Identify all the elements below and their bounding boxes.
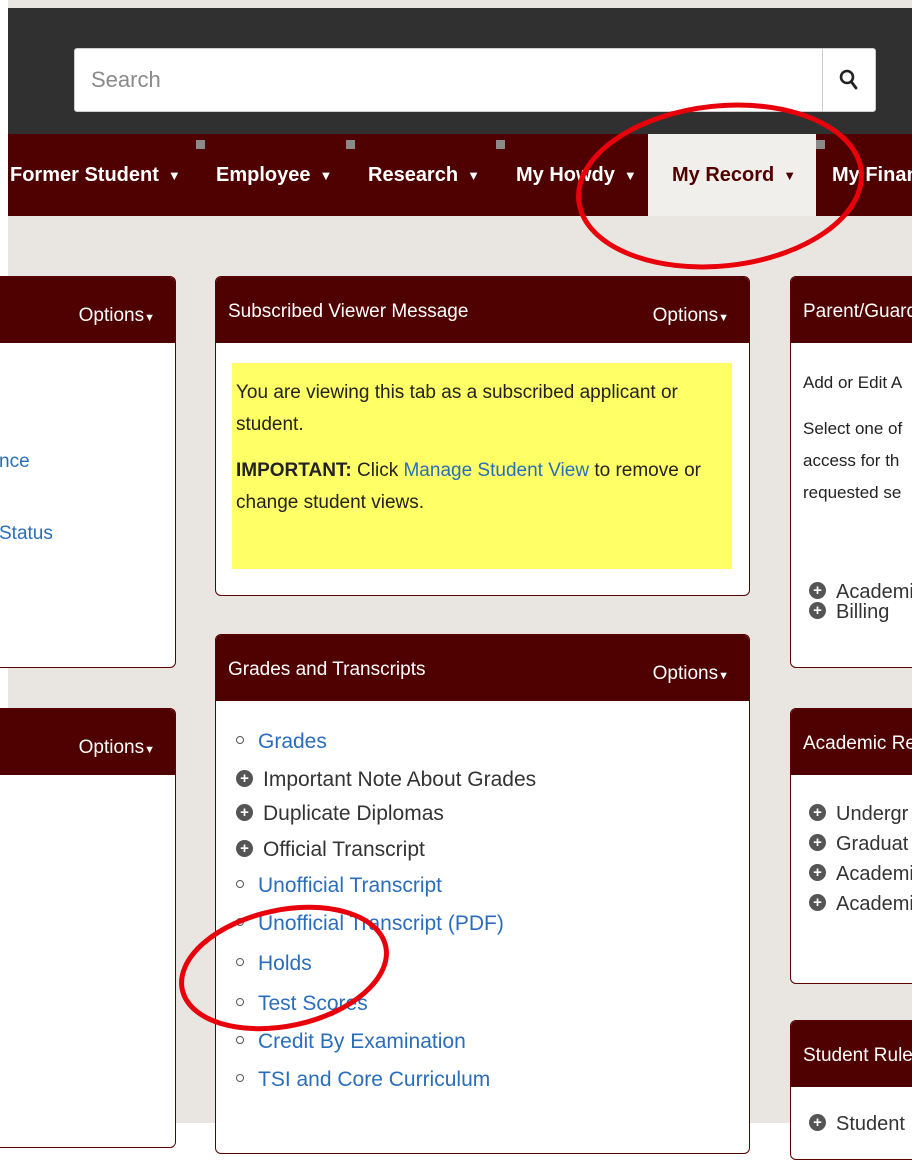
panel-header: Academic Re [791, 709, 912, 775]
plus-circle-icon: + [809, 582, 826, 600]
nav-item-my-finances[interactable]: My Finan [832, 134, 912, 216]
parent-guardian-panel: Parent/Guard Add or Edit A Select one of… [790, 276, 912, 668]
bullet-icon [236, 880, 244, 889]
plus-circle-icon: + [236, 769, 253, 787]
caret-down-icon: ▼ [144, 744, 155, 756]
options-dropdown[interactable]: Options▼ [653, 663, 729, 685]
list-item[interactable]: Grades [236, 730, 327, 754]
bullet-icon [236, 1036, 244, 1045]
search-icon [839, 69, 858, 90]
panel-text: Select one of access for th requested se [803, 419, 903, 502]
list-item[interactable]: Holds [236, 952, 312, 976]
nav-separator [346, 140, 355, 149]
panel-title: Grades and Transcripts [228, 659, 426, 680]
credit-by-exam-link[interactable]: Credit By Examination [258, 1030, 466, 1053]
search-input[interactable] [75, 49, 823, 111]
nav-separator [496, 140, 505, 149]
caret-down-icon: ▼ [167, 167, 181, 183]
notice-text: You are viewing this tab as a subscribed… [236, 382, 678, 435]
list-item[interactable]: + Official Transcript [236, 838, 425, 862]
panel-header: Parent/Guard [791, 277, 912, 343]
list-item[interactable]: + Duplicate Diplomas [236, 802, 444, 826]
left-panel-bottom: Options▼ [0, 708, 176, 1148]
options-dropdown[interactable]: Options▼ [79, 305, 155, 327]
unofficial-transcript-link[interactable]: Unofficial Transcript [258, 874, 442, 897]
panel-header: Options▼ [0, 709, 175, 775]
options-dropdown[interactable]: Options▼ [653, 305, 729, 327]
nav-item-my-howdy[interactable]: My Howdy ▼ [516, 134, 637, 216]
list-item[interactable]: TSI and Core Curriculum [236, 1068, 490, 1092]
caret-down-icon: ▼ [623, 167, 637, 183]
caret-down-icon: ▼ [319, 167, 333, 183]
search-button[interactable] [822, 49, 875, 111]
bullet-icon [236, 918, 244, 927]
nav-item-former-student[interactable]: Former Student ▼ [10, 134, 181, 216]
panel-text: Add or Edit A [803, 373, 903, 392]
panel-title: Parent/Guard [803, 301, 912, 322]
nav-item-research[interactable]: Research ▼ [368, 134, 480, 216]
plus-circle-icon: + [809, 804, 826, 822]
caret-down-icon: ▼ [783, 167, 797, 183]
unofficial-transcript-pdf-link[interactable]: Unofficial Transcript (PDF) [258, 912, 504, 935]
nav-separator [196, 140, 205, 149]
academic-resources-panel: Academic Re + Undergr + Graduat + Academi +… [790, 708, 912, 984]
panel-title: Subscribed Viewer Message [228, 301, 469, 322]
caret-down-icon: ▼ [467, 167, 480, 183]
panel-header: Grades and Transcripts Options▼ [216, 635, 749, 701]
subscribed-notice: You are viewing this tab as a subscribed… [232, 363, 732, 569]
test-scores-link[interactable]: Test Scores [258, 992, 368, 1015]
list-item[interactable]: Credit By Examination [236, 1030, 466, 1054]
search-box [74, 48, 876, 112]
left-panel-top: Options▼ nce Status [0, 276, 176, 668]
list-item[interactable]: + Academi [809, 893, 912, 916]
viewer-message-panel: Subscribed Viewer Message Options▼ You a… [215, 276, 750, 596]
plus-circle-icon: + [236, 839, 253, 857]
list-item[interactable]: + Billing [809, 601, 889, 624]
list-item[interactable]: + Important Note About Grades [236, 768, 536, 792]
panel-title: Student Rules [803, 1045, 912, 1066]
caret-down-icon: ▼ [718, 312, 729, 324]
student-rules-panel: Student Rules + Student [790, 1020, 912, 1160]
panel-title: Academic Re [803, 733, 912, 754]
nav-item-my-record[interactable]: My Record ▼ [648, 134, 816, 216]
grades-link[interactable]: Grades [258, 730, 327, 753]
plus-circle-icon: + [809, 894, 826, 912]
list-item[interactable]: Test Scores [236, 992, 368, 1016]
tsi-core-link[interactable]: TSI and Core Curriculum [258, 1068, 490, 1091]
panel-link[interactable]: nce [0, 451, 30, 473]
list-item[interactable]: Unofficial Transcript (PDF) [236, 912, 504, 936]
plus-circle-icon: + [809, 864, 826, 882]
panel-header: Subscribed Viewer Message Options▼ [216, 277, 749, 343]
list-item[interactable]: Unofficial Transcript [236, 874, 442, 898]
caret-down-icon: ▼ [718, 670, 729, 682]
manage-student-view-link[interactable]: Manage Student View [403, 460, 589, 481]
panel-header: Student Rules [791, 1021, 912, 1087]
panel-link[interactable]: Status [0, 523, 53, 545]
bullet-icon [236, 958, 244, 967]
bullet-icon [236, 998, 244, 1007]
plus-circle-icon: + [236, 803, 253, 821]
list-item[interactable]: + Student [809, 1113, 905, 1136]
nav-item-employee[interactable]: Employee ▼ [216, 134, 332, 216]
caret-down-icon: ▼ [144, 312, 155, 324]
bullet-icon [236, 736, 244, 745]
list-item[interactable]: + Academi [809, 863, 912, 886]
holds-link[interactable]: Holds [258, 952, 312, 975]
panel-header: Options▼ [0, 277, 175, 343]
notice-important: IMPORTANT: Click Manage Student View to … [236, 460, 701, 513]
plus-circle-icon: + [809, 834, 826, 852]
list-item[interactable]: + Graduat [809, 833, 908, 856]
bullet-icon [236, 1074, 244, 1083]
options-dropdown[interactable]: Options▼ [79, 737, 155, 759]
list-item[interactable]: + Undergr [809, 803, 908, 826]
nav-separator [816, 140, 825, 149]
plus-circle-icon: + [809, 602, 826, 620]
